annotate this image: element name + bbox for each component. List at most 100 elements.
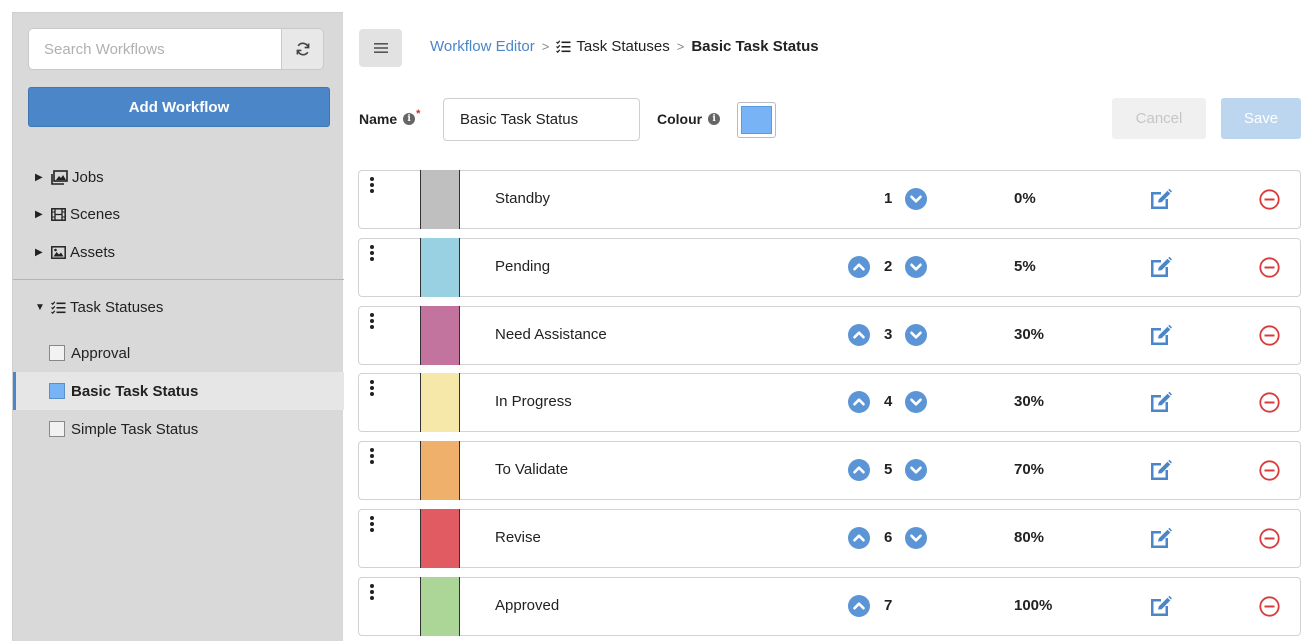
status-color-bar bbox=[420, 170, 460, 229]
remove-icon[interactable] bbox=[1259, 257, 1280, 278]
drag-handle-icon[interactable] bbox=[368, 245, 376, 261]
edit-icon[interactable] bbox=[1148, 187, 1172, 211]
breadcrumb-workflow-editor[interactable]: Workflow Editor bbox=[430, 38, 535, 55]
tree-item-label: Scenes bbox=[70, 205, 121, 223]
workflow-item-basic-task-status[interactable]: Basic Task Status bbox=[13, 372, 344, 410]
info-icon[interactable]: i bbox=[403, 113, 416, 125]
drag-handle-icon[interactable] bbox=[368, 584, 376, 600]
colour-picker[interactable] bbox=[737, 102, 776, 138]
move-down-icon[interactable] bbox=[905, 527, 927, 549]
move-down-icon[interactable] bbox=[905, 324, 927, 346]
status-name: Revise bbox=[495, 529, 541, 546]
name-label: Name i * bbox=[359, 108, 421, 127]
move-down-icon[interactable] bbox=[905, 256, 927, 278]
move-down-icon[interactable] bbox=[905, 391, 927, 413]
move-down-icon[interactable] bbox=[905, 459, 927, 481]
status-percent: 30% bbox=[1014, 393, 1045, 410]
remove-icon[interactable] bbox=[1259, 189, 1280, 210]
move-up-icon[interactable] bbox=[848, 459, 870, 481]
colour-preview bbox=[741, 106, 772, 134]
refresh-icon bbox=[296, 42, 309, 56]
move-up-icon[interactable] bbox=[848, 324, 870, 346]
image-stack-icon bbox=[51, 169, 68, 185]
move-up-icon[interactable] bbox=[848, 256, 870, 278]
status-order: 3 bbox=[884, 326, 893, 343]
chevron-right-icon: > bbox=[541, 39, 550, 54]
move-up-icon[interactable] bbox=[848, 527, 870, 549]
status-name: Pending bbox=[495, 258, 551, 275]
drag-handle-icon[interactable] bbox=[368, 516, 376, 532]
status-row: Revise 6 80% bbox=[358, 509, 1301, 568]
workflow-item-simple-task-status[interactable]: Simple Task Status bbox=[13, 410, 344, 448]
status-percent: 0% bbox=[1014, 190, 1036, 207]
name-field[interactable] bbox=[443, 98, 640, 141]
name-label-text: Name bbox=[359, 111, 398, 127]
remove-icon[interactable] bbox=[1259, 528, 1280, 549]
tree-item-jobs[interactable]: ▶ Jobs bbox=[35, 166, 104, 188]
sidebar-divider bbox=[13, 279, 344, 280]
status-name: Standby bbox=[495, 190, 551, 207]
color-swatch bbox=[49, 345, 65, 361]
caret-right-icon: ▶ bbox=[35, 208, 43, 220]
move-up-icon[interactable] bbox=[848, 595, 870, 617]
edit-icon[interactable] bbox=[1148, 323, 1172, 347]
status-percent: 70% bbox=[1014, 461, 1045, 478]
edit-icon[interactable] bbox=[1148, 255, 1172, 279]
cancel-button[interactable]: Cancel bbox=[1112, 98, 1206, 139]
search-workflows-input[interactable] bbox=[28, 28, 281, 70]
tree-item-scenes[interactable]: ▶ Scenes bbox=[35, 203, 120, 225]
caret-right-icon: ▶ bbox=[35, 246, 43, 258]
status-name: Approved bbox=[495, 597, 560, 614]
remove-icon[interactable] bbox=[1259, 392, 1280, 413]
drag-handle-icon[interactable] bbox=[368, 448, 376, 464]
status-color-bar bbox=[420, 441, 460, 500]
drag-handle-icon[interactable] bbox=[368, 177, 376, 193]
breadcrumb-label: Task Statuses bbox=[576, 38, 670, 55]
workflow-item-label: Simple Task Status bbox=[71, 420, 199, 438]
status-row: Approved 7 100% bbox=[358, 577, 1301, 636]
status-name: Need Assistance bbox=[495, 326, 607, 343]
search-group bbox=[28, 28, 324, 70]
drag-handle-icon[interactable] bbox=[368, 313, 376, 329]
status-row: Need Assistance 3 30% bbox=[358, 306, 1301, 365]
status-percent: 30% bbox=[1014, 326, 1045, 343]
sidebar: Add Workflow ▶ Jobs ▶ Scen bbox=[12, 12, 344, 641]
image-icon bbox=[51, 245, 66, 259]
edit-icon[interactable] bbox=[1148, 390, 1172, 414]
move-down-icon[interactable] bbox=[905, 188, 927, 210]
remove-icon[interactable] bbox=[1259, 460, 1280, 481]
drag-handle-icon[interactable] bbox=[368, 380, 376, 396]
menu-toggle-button[interactable] bbox=[359, 29, 402, 67]
status-color-bar bbox=[420, 509, 460, 568]
status-percent: 80% bbox=[1014, 529, 1045, 546]
status-name: To Validate bbox=[495, 461, 569, 478]
breadcrumb-task-statuses[interactable]: Task Statuses bbox=[556, 38, 670, 55]
edit-icon[interactable] bbox=[1148, 594, 1172, 618]
info-icon[interactable]: i bbox=[708, 113, 721, 125]
status-percent: 5% bbox=[1014, 258, 1036, 275]
workflow-item-approval[interactable]: Approval bbox=[13, 334, 344, 372]
required-marker: * bbox=[416, 108, 421, 120]
tree-item-label: Assets bbox=[70, 243, 116, 261]
status-row: To Validate 5 70% bbox=[358, 441, 1301, 500]
chevron-right-icon: > bbox=[676, 39, 685, 54]
status-order: 7 bbox=[884, 597, 893, 614]
move-up-icon[interactable] bbox=[848, 391, 870, 413]
status-order: 4 bbox=[884, 393, 893, 410]
remove-icon[interactable] bbox=[1259, 596, 1280, 617]
status-row: Pending 2 5% bbox=[358, 238, 1301, 297]
tree-item-label: Jobs bbox=[72, 168, 104, 186]
refresh-button[interactable] bbox=[281, 28, 324, 70]
tree-item-task-statuses[interactable]: ▼ Task Statuses bbox=[35, 296, 163, 318]
status-color-bar bbox=[420, 306, 460, 365]
status-order: 2 bbox=[884, 258, 893, 275]
remove-icon[interactable] bbox=[1259, 325, 1280, 346]
tree-item-assets[interactable]: ▶ Assets bbox=[35, 241, 115, 263]
workflow-item-label: Approval bbox=[71, 344, 131, 362]
status-order: 5 bbox=[884, 461, 893, 478]
checklist-icon bbox=[51, 300, 66, 314]
save-button[interactable]: Save bbox=[1221, 98, 1301, 139]
add-workflow-button[interactable]: Add Workflow bbox=[28, 87, 330, 127]
edit-icon[interactable] bbox=[1148, 458, 1172, 482]
edit-icon[interactable] bbox=[1148, 526, 1172, 550]
